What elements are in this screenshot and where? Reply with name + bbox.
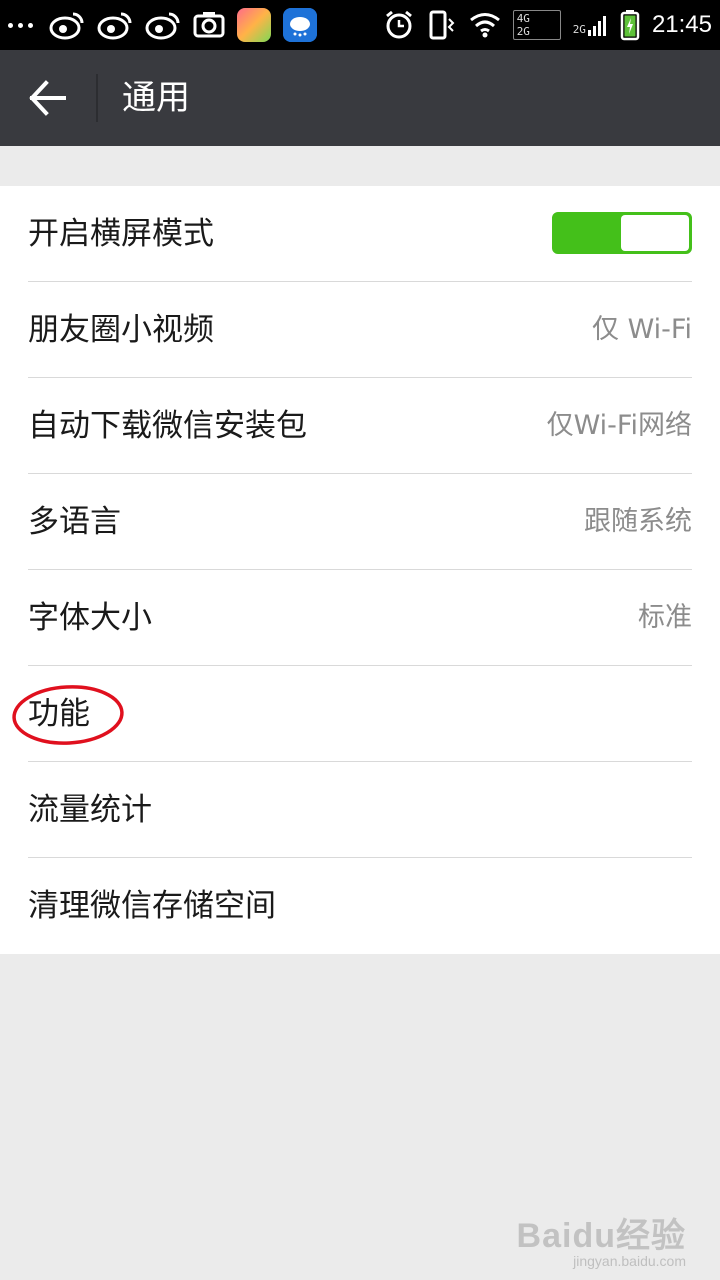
- setting-value: 仅Wi-Fi网络: [546, 410, 692, 441]
- vibrate-icon: [429, 10, 455, 40]
- weather-app-icon: [283, 8, 317, 42]
- weibo-icon: [49, 12, 84, 40]
- network-type-indicator: 4G 2G: [512, 10, 561, 40]
- status-bar: 4G 2G 2G 21:45: [0, 0, 720, 50]
- back-arrow-icon[interactable]: [26, 78, 70, 118]
- setting-label: 开启横屏模式: [28, 216, 214, 252]
- setting-value: 跟随系统: [584, 506, 692, 537]
- setting-label: 清理微信存储空间: [28, 888, 276, 924]
- title-divider: [96, 74, 98, 122]
- setting-moments-video[interactable]: 朋友圈小视频 仅 Wi-Fi: [28, 282, 692, 378]
- network-type-bottom: 2G: [516, 25, 530, 38]
- alarm-icon: [385, 10, 412, 39]
- setting-clear-storage[interactable]: 清理微信存储空间: [28, 858, 692, 954]
- landscape-mode-toggle[interactable]: [552, 212, 692, 254]
- status-bar-system: 4G 2G 2G 21:45: [383, 0, 712, 50]
- setting-label: 多语言: [28, 504, 121, 540]
- setting-label: 自动下载微信安装包: [28, 408, 307, 444]
- network-type-top: 4G: [516, 12, 530, 25]
- page-title: 通用: [122, 79, 190, 117]
- battery-icon: [620, 10, 640, 41]
- setting-value: 标准: [638, 602, 692, 633]
- status-bar-notifications: [8, 0, 317, 50]
- setting-label: 字体大小: [28, 600, 152, 636]
- setting-auto-download-package[interactable]: 自动下载微信安装包 仅Wi-Fi网络: [28, 378, 692, 474]
- setting-language[interactable]: 多语言 跟随系统: [28, 474, 692, 570]
- weibo-icon: [145, 12, 180, 40]
- weibo-icon: [97, 12, 132, 40]
- setting-value: 仅 Wi-Fi: [592, 314, 692, 345]
- signal-icon: [587, 16, 606, 36]
- settings-list: 开启横屏模式 朋友圈小视频 仅 Wi-Fi 自动下载微信安装包 仅Wi-Fi网络…: [0, 186, 720, 954]
- wifi-icon: [469, 13, 500, 38]
- camera-icon: [193, 12, 225, 38]
- setting-label: 朋友圈小视频: [28, 312, 214, 348]
- setting-font-size[interactable]: 字体大小 标准: [28, 570, 692, 666]
- setting-landscape-mode[interactable]: 开启横屏模式: [28, 186, 692, 282]
- clock: 21:45: [651, 11, 712, 38]
- watermark-logo: Baidu经验: [516, 1217, 686, 1255]
- network-type-secondary: 2G: [572, 23, 586, 36]
- title-bar: 通用: [0, 50, 720, 146]
- setting-data-usage[interactable]: 流量统计: [28, 762, 692, 858]
- shirt-app-icon: [237, 8, 271, 42]
- toggle-knob: [621, 215, 689, 251]
- baidu-watermark: Baidu经验 jingyan.baidu.com: [517, 1208, 686, 1269]
- highlight-circle: [12, 685, 124, 745]
- setting-features[interactable]: 功能: [28, 666, 692, 762]
- setting-label: 流量统计: [28, 792, 152, 828]
- signal-secondary: 2G: [573, 14, 608, 36]
- more-notifications-icon: [8, 22, 33, 28]
